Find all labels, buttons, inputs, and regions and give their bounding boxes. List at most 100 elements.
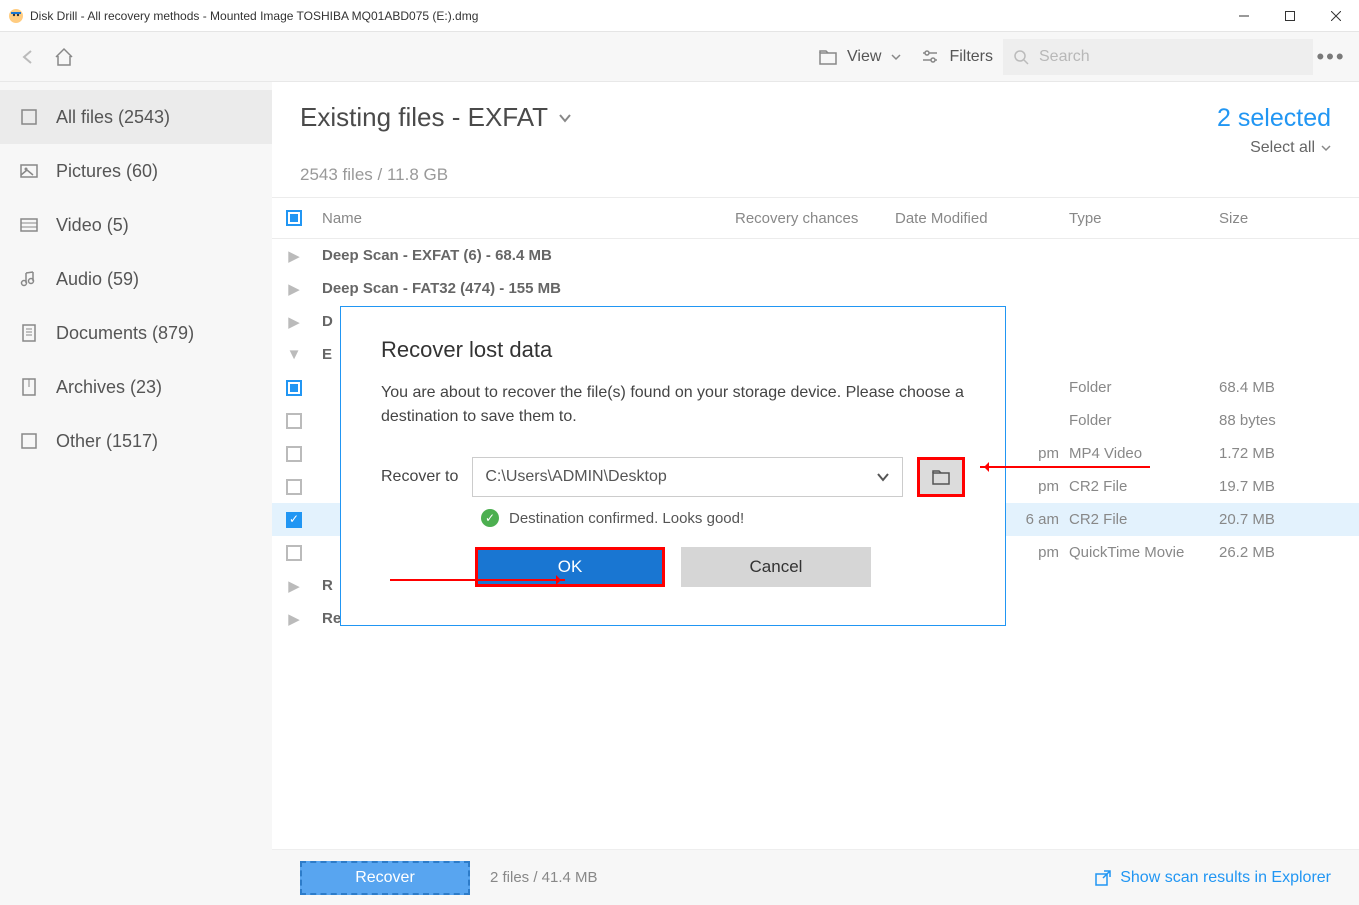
ok-button[interactable]: OK: [475, 547, 665, 587]
view-label: View: [847, 48, 881, 66]
annotation-arrow: [390, 579, 565, 581]
content-header: Existing files - EXFAT 2 selected Select…: [272, 82, 1359, 197]
expand-icon[interactable]: ▶: [272, 280, 316, 298]
minimize-button[interactable]: [1221, 0, 1267, 32]
chevron-down-icon: [891, 52, 901, 62]
sidebar-item-archives[interactable]: Archives (23): [0, 360, 272, 414]
sliders-icon: [921, 48, 939, 66]
other-icon: [18, 430, 40, 452]
group-label: Deep Scan - FAT32 (474) - 155 MB: [316, 280, 1359, 297]
search-placeholder: Search: [1039, 48, 1090, 66]
expand-icon[interactable]: ▶: [272, 610, 316, 628]
check-icon: ✓: [481, 509, 499, 527]
back-button[interactable]: [10, 39, 46, 75]
documents-icon: [18, 322, 40, 344]
row-type: CR2 File: [1069, 511, 1219, 528]
window-controls: [1221, 0, 1359, 32]
table-header: Name Recovery chances Date Modified Type…: [272, 197, 1359, 239]
sidebar-item-audio[interactable]: Audio (59): [0, 252, 272, 306]
sidebar-label: Other (1517): [56, 431, 158, 452]
window-title: Disk Drill - All recovery methods - Moun…: [30, 9, 478, 23]
dialog-title: Recover lost data: [381, 337, 965, 363]
sidebar-label: Video (5): [56, 215, 129, 236]
sidebar-label: Documents (879): [56, 323, 194, 344]
sidebar-item-pictures[interactable]: Pictures (60): [0, 144, 272, 198]
recover-dialog: Recover lost data You are about to recov…: [340, 306, 1006, 626]
chevron-down-icon: [1321, 143, 1331, 153]
col-size[interactable]: Size: [1219, 210, 1359, 227]
sidebar-item-other[interactable]: Other (1517): [0, 414, 272, 468]
row-type: CR2 File: [1069, 478, 1219, 495]
row-checkbox[interactable]: [286, 479, 302, 495]
expand-icon[interactable]: ▶: [272, 577, 316, 595]
row-checkbox[interactable]: [286, 446, 302, 462]
row-type: QuickTime Movie: [1069, 544, 1219, 561]
page-subtitle: 2543 files / 11.8 GB: [300, 165, 1331, 185]
filters-button[interactable]: Filters: [911, 39, 1003, 75]
group-row[interactable]: ▶Deep Scan - FAT32 (474) - 155 MB: [272, 272, 1359, 305]
external-link-icon: [1094, 869, 1112, 887]
select-all-button[interactable]: Select all: [1217, 139, 1331, 157]
col-type[interactable]: Type: [1069, 210, 1219, 227]
destination-confirmation: ✓ Destination confirmed. Looks good!: [381, 509, 965, 527]
titlebar: Disk Drill - All recovery methods - Moun…: [0, 0, 1359, 32]
page-title[interactable]: Existing files - EXFAT: [300, 102, 572, 133]
col-name[interactable]: Name: [316, 210, 735, 227]
show-in-explorer-link[interactable]: Show scan results in Explorer: [1094, 869, 1331, 887]
row-type: Folder: [1069, 412, 1219, 429]
select-all-checkbox[interactable]: [286, 210, 302, 226]
row-size: 1.72 MB: [1219, 445, 1359, 462]
close-button[interactable]: [1313, 0, 1359, 32]
cancel-button[interactable]: Cancel: [681, 547, 871, 587]
pictures-icon: [18, 160, 40, 182]
sidebar-label: Archives (23): [56, 377, 162, 398]
row-size: 68.4 MB: [1219, 379, 1359, 396]
col-date[interactable]: Date Modified: [895, 210, 1069, 227]
row-type: Folder: [1069, 379, 1219, 396]
chevron-down-icon: [876, 470, 890, 484]
video-icon: [18, 214, 40, 236]
row-checkbox[interactable]: [286, 545, 302, 561]
row-size: 26.2 MB: [1219, 544, 1359, 561]
row-checkbox[interactable]: [286, 512, 302, 528]
more-button[interactable]: •••: [1313, 39, 1349, 75]
destination-path: C:\Users\ADMIN\Desktop: [485, 468, 666, 486]
sidebar-label: Audio (59): [56, 269, 139, 290]
col-recovery[interactable]: Recovery chances: [735, 210, 895, 227]
recover-button[interactable]: Recover: [300, 861, 470, 895]
chevron-down-icon: [558, 111, 572, 125]
group-label: Deep Scan - EXFAT (6) - 68.4 MB: [316, 247, 1359, 264]
row-checkbox[interactable]: [286, 380, 302, 396]
browse-button[interactable]: [917, 457, 965, 497]
maximize-button[interactable]: [1267, 0, 1313, 32]
dialog-text: You are about to recover the file(s) fou…: [381, 381, 965, 429]
destination-select[interactable]: C:\Users\ADMIN\Desktop: [472, 457, 903, 497]
row-type: MP4 Video: [1069, 445, 1219, 462]
annotation-arrow: [980, 466, 1150, 468]
home-button[interactable]: [46, 39, 82, 75]
sidebar-item-all-files[interactable]: All files (2543): [0, 90, 272, 144]
view-dropdown[interactable]: View: [809, 39, 911, 75]
folder-icon: [819, 48, 837, 66]
row-checkbox[interactable]: [286, 413, 302, 429]
sidebar-label: All files (2543): [56, 107, 170, 128]
sidebar-item-documents[interactable]: Documents (879): [0, 306, 272, 360]
recover-to-label: Recover to: [381, 468, 458, 486]
footer: Recover 2 files / 41.4 MB Show scan resu…: [272, 849, 1359, 905]
folder-icon: [931, 467, 951, 487]
expand-icon[interactable]: ▶: [272, 313, 316, 331]
archives-icon: [18, 376, 40, 398]
sidebar-label: Pictures (60): [56, 161, 158, 182]
sidebar-item-video[interactable]: Video (5): [0, 198, 272, 252]
app-icon: [8, 8, 24, 24]
expand-icon[interactable]: ▶: [272, 247, 316, 265]
selected-count: 2 selected: [1217, 104, 1331, 133]
toolbar: View Filters Search •••: [0, 32, 1359, 82]
group-row[interactable]: ▶Deep Scan - EXFAT (6) - 68.4 MB: [272, 239, 1359, 272]
expand-icon[interactable]: ▼: [272, 346, 316, 363]
audio-icon: [18, 268, 40, 290]
search-input[interactable]: Search: [1003, 39, 1313, 75]
filters-label: Filters: [949, 48, 993, 66]
row-size: 88 bytes: [1219, 412, 1359, 429]
row-size: 19.7 MB: [1219, 478, 1359, 495]
